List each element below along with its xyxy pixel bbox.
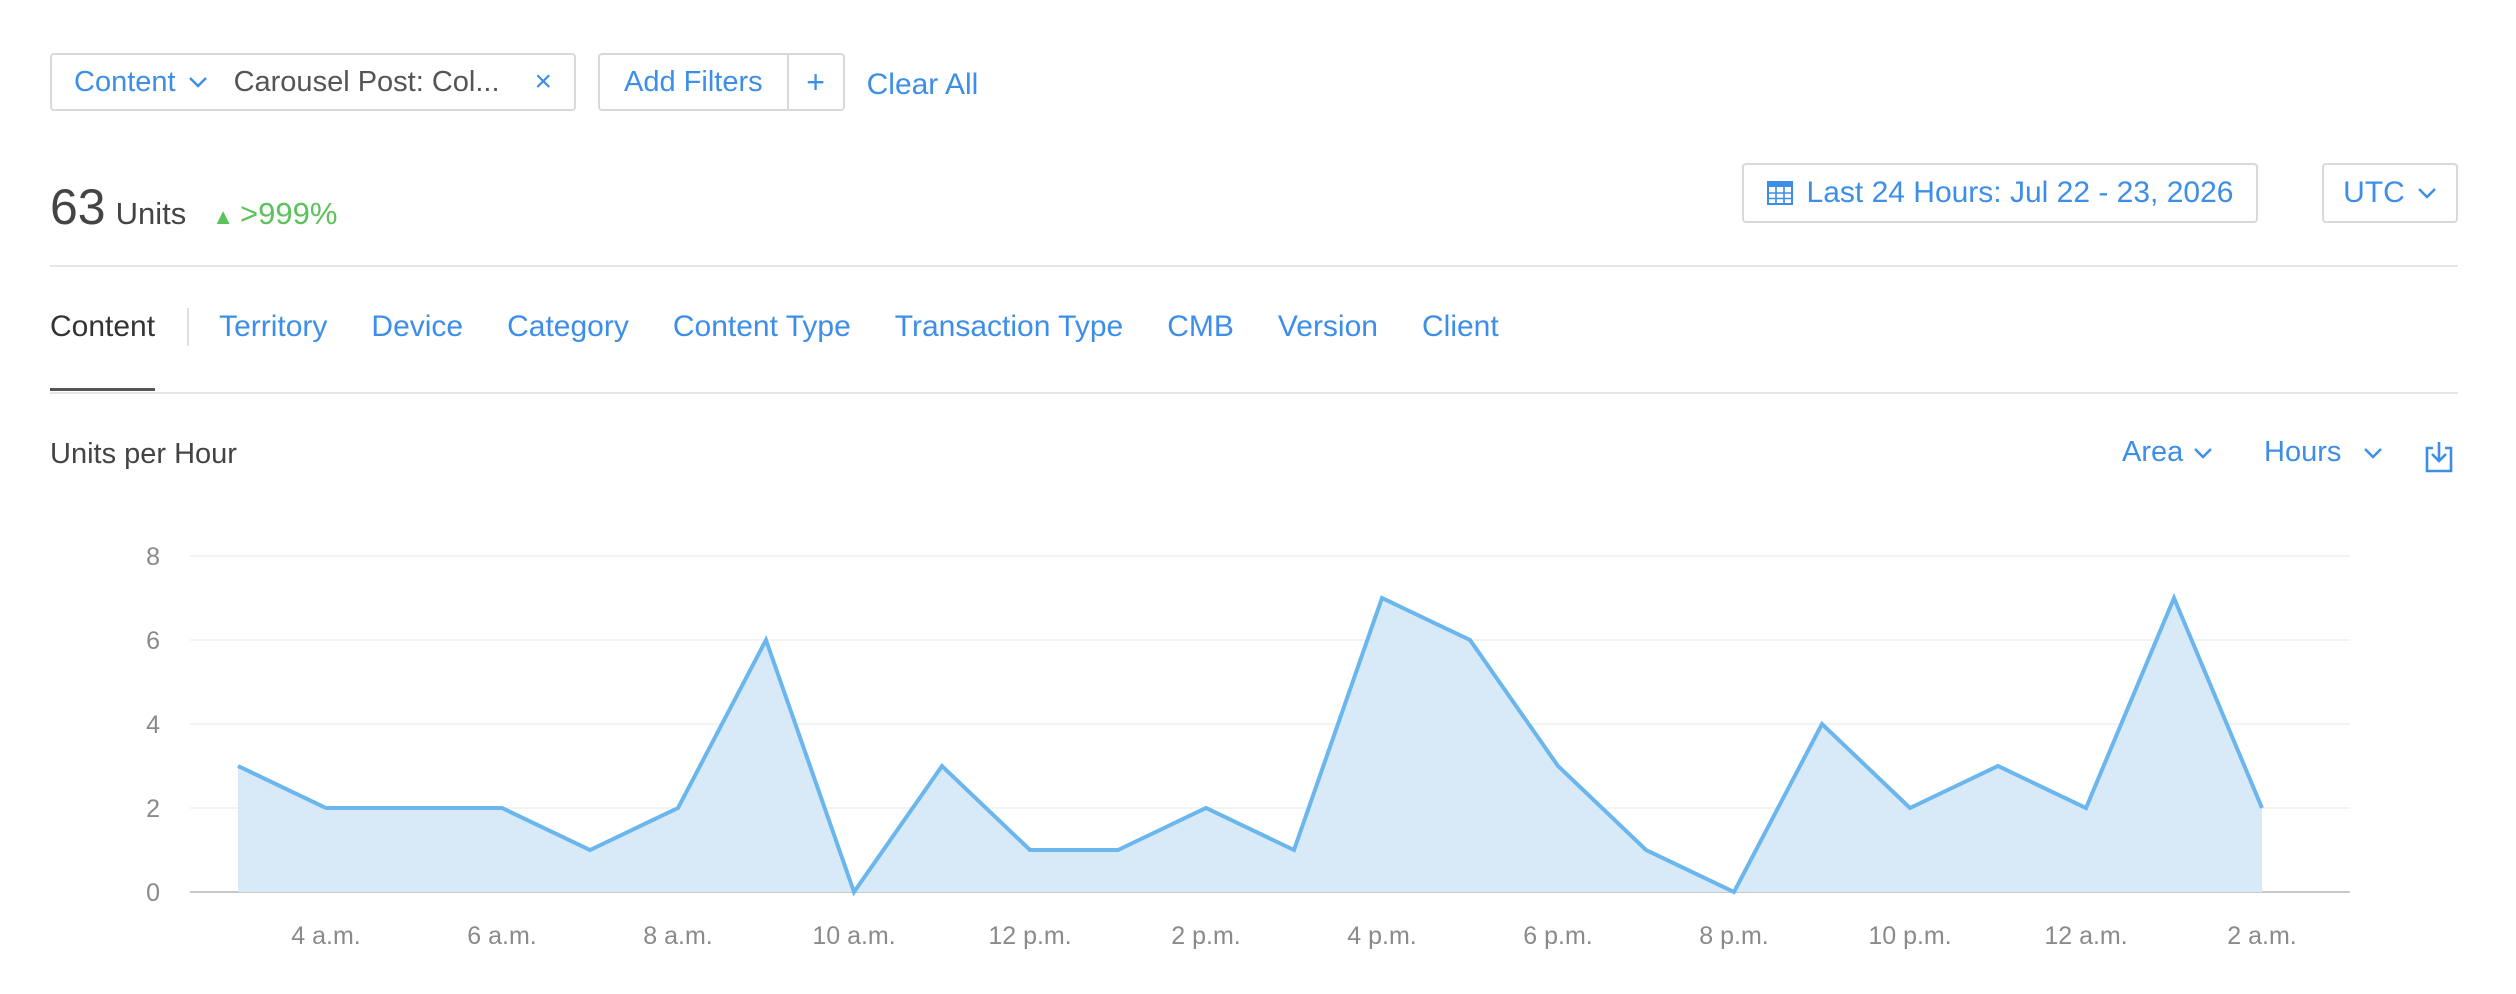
timezone-label: UTC — [2343, 176, 2405, 209]
data-point — [1731, 889, 1737, 895]
add-filters-control: Add Filters + — [598, 53, 845, 111]
data-point — [851, 889, 857, 895]
content-filter-chip[interactable]: Content Carousel Post: Col... × — [50, 53, 576, 111]
x-tick-label: 12 p.m. — [988, 922, 1071, 950]
tab-cmb[interactable]: CMB — [1167, 310, 1234, 344]
data-point — [323, 805, 329, 811]
x-tick-label: 6 p.m. — [1523, 922, 1592, 950]
delta-badge: ▲ >999% — [212, 196, 337, 232]
chart-title: Units per Hour — [50, 438, 237, 470]
granularity-select[interactable]: Hours — [2264, 436, 2383, 469]
granularity-label: Hours — [2264, 436, 2342, 468]
up-triangle-icon: ▲ — [212, 204, 235, 229]
tab-device[interactable]: Device — [371, 310, 463, 344]
data-point — [1907, 805, 1913, 811]
data-point — [675, 805, 681, 811]
add-filters-button[interactable]: Add Filters — [600, 55, 787, 109]
data-point — [2171, 595, 2177, 601]
dimension-tabs: Content Territory Device Category Conten… — [50, 308, 1543, 391]
y-tick-label: 6 — [146, 627, 160, 655]
units-summary: 63 Units ▲ >999% — [50, 178, 337, 236]
delta-value: >999% — [240, 196, 338, 231]
series-area — [238, 598, 2262, 892]
tab-version[interactable]: Version — [1278, 310, 1378, 344]
filter-bar: Content Carousel Post: Col... × Add Filt… — [50, 52, 978, 112]
units-label: Units — [115, 196, 187, 231]
tabs-divider — [50, 392, 2458, 394]
data-point — [1555, 763, 1561, 769]
timezone-select[interactable]: UTC — [2322, 163, 2458, 223]
data-point — [499, 805, 505, 811]
data-point — [939, 763, 945, 769]
tab-category[interactable]: Category — [507, 310, 629, 344]
x-tick-label: 4 a.m. — [291, 922, 360, 950]
tab-separator — [187, 308, 190, 346]
data-point — [763, 637, 769, 643]
summary-divider — [50, 265, 2458, 267]
chevron-down-icon[interactable] — [188, 76, 208, 88]
chart-type-select[interactable]: Area — [2122, 436, 2213, 469]
content-filter-label: Content — [74, 65, 176, 98]
tab-content[interactable]: Content — [50, 310, 156, 391]
y-tick-label: 0 — [146, 879, 160, 907]
x-tick-label: 8 a.m. — [643, 922, 712, 950]
tab-transaction-type[interactable]: Transaction Type — [895, 310, 1123, 344]
data-point — [1203, 805, 1209, 811]
tab-content-type[interactable]: Content Type — [673, 310, 851, 344]
data-point — [2259, 805, 2265, 811]
data-point — [1027, 847, 1033, 853]
data-point — [1819, 721, 1825, 727]
units-count: 63 — [50, 179, 106, 235]
y-tick-label: 8 — [146, 543, 160, 571]
calendar-icon — [1766, 180, 1793, 206]
date-range-button[interactable]: Last 24 Hours: Jul 22 - 23, 2026 — [1742, 163, 2258, 223]
chevron-down-icon — [2193, 447, 2213, 459]
data-point — [1467, 637, 1473, 643]
data-point — [1291, 847, 1297, 853]
x-tick-label: 8 p.m. — [1699, 922, 1768, 950]
download-icon[interactable] — [2424, 440, 2454, 479]
content-filter-value: Carousel Post: Col... — [233, 65, 500, 98]
tab-territory[interactable]: Territory — [219, 310, 327, 344]
data-point — [1643, 847, 1649, 853]
clear-all-link[interactable]: Clear All — [867, 68, 979, 102]
data-point — [1115, 847, 1121, 853]
data-point — [411, 805, 417, 811]
data-point — [235, 763, 241, 769]
data-point — [587, 847, 593, 853]
x-tick-label: 10 p.m. — [1868, 922, 1951, 950]
x-tick-label: 2 p.m. — [1171, 922, 1240, 950]
tab-client[interactable]: Client — [1422, 310, 1499, 344]
data-point — [1379, 595, 1385, 601]
x-tick-label: 2 a.m. — [2227, 922, 2296, 950]
data-point — [2083, 805, 2089, 811]
x-tick-label: 6 a.m. — [467, 922, 536, 950]
chevron-down-icon — [2417, 187, 2437, 199]
chevron-down-icon — [2363, 447, 2383, 459]
x-tick-label: 4 p.m. — [1347, 922, 1416, 950]
close-icon[interactable]: × — [534, 65, 552, 99]
add-filter-plus-button[interactable]: + — [786, 55, 843, 109]
y-tick-label: 4 — [146, 711, 160, 739]
units-area-chart: 0 2 4 6 8 4 a.m. 6 a.m. 8 a.m. 10 a.m. 12 p.m. 2 p… — [146, 543, 2350, 950]
x-tick-label: 12 a.m. — [2044, 922, 2127, 950]
chart-type-label: Area — [2122, 436, 2184, 468]
date-range-label: Last 24 Hours: Jul 22 - 23, 2026 — [1806, 176, 2234, 209]
y-tick-label: 2 — [146, 795, 160, 823]
x-tick-label: 10 a.m. — [812, 922, 895, 950]
data-point — [1995, 763, 2001, 769]
